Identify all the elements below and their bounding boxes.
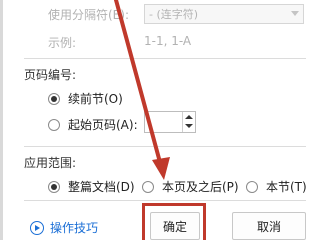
stepper-buttons (182, 112, 195, 132)
radio-this-page-onward[interactable]: 本页及之后(P) (142, 178, 239, 195)
spin-up-icon[interactable] (185, 115, 193, 119)
page-number-dialog: 使用分隔符(E): - (连字符) 示例: 1-1, 1-A 页码编号: 续前节… (0, 0, 320, 240)
divider (24, 58, 306, 59)
chevron-down-icon (291, 11, 299, 16)
radio-unchecked-icon[interactable] (142, 180, 154, 193)
ok-highlight-box (142, 203, 206, 240)
radio-start-page[interactable]: 起始页码(A): (48, 116, 138, 133)
play-circle-icon (30, 220, 44, 235)
radio-continue-previous[interactable]: 续前节(O) (48, 90, 123, 107)
radio-unchecked-icon[interactable] (48, 118, 60, 131)
start-page-stepper[interactable] (144, 111, 196, 133)
example-label: 示例: (48, 36, 77, 50)
separator-label: 使用分隔符(E): (48, 8, 129, 22)
divider (24, 200, 306, 201)
radio-checked-icon[interactable] (48, 92, 60, 105)
dialog-left-border (0, 0, 3, 240)
cancel-button[interactable]: 取消 (232, 212, 306, 240)
page-numbering-title: 页码编号: (24, 68, 77, 82)
divider (24, 146, 306, 147)
example-value: 1-1, 1-A (144, 34, 192, 48)
spin-down-icon[interactable] (185, 124, 193, 128)
separator-select[interactable]: - (连字符) (144, 4, 304, 24)
operation-tips-link[interactable]: 操作技巧 (30, 219, 98, 236)
radio-this-section[interactable]: 本节(T) (246, 178, 307, 195)
radio-whole-document[interactable]: 整篇文档(D) (48, 178, 135, 195)
radio-checked-icon[interactable] (48, 180, 60, 193)
apply-scope-title: 应用范围: (24, 156, 77, 170)
radio-unchecked-icon[interactable] (246, 180, 258, 193)
